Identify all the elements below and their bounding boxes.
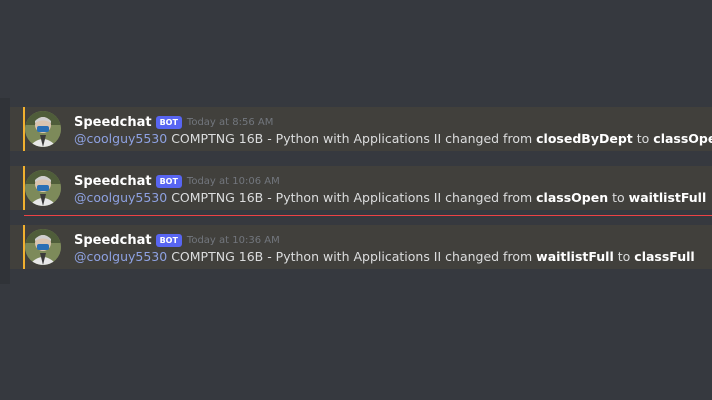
avatar[interactable] [25, 111, 61, 147]
message-content: @coolguy5530 COMPTNG 16B - Python with A… [74, 190, 706, 205]
joiner-text: to [612, 190, 625, 205]
avatar[interactable] [25, 170, 61, 206]
from-status: classOpen [536, 190, 609, 205]
to-status: classOpen [653, 131, 712, 146]
joiner-text: to [636, 131, 650, 146]
username[interactable]: Speedchat [74, 115, 152, 130]
bot-tag: BOT [155, 234, 182, 247]
timestamp[interactable]: Today at 10:36 AM [187, 235, 280, 246]
message-text: COMPTNG 16B - Python with Applications I… [171, 131, 533, 146]
avatar[interactable] [25, 229, 61, 265]
user-mention[interactable]: @coolguy5530 [74, 249, 167, 264]
chat-view: Speedchat BOT Today at 8:56 AM @coolguy553… [0, 0, 712, 400]
from-status: closedByDept [536, 131, 633, 146]
message-item[interactable]: Speedchat BOT Today at 10:06 AM @coolguy55… [10, 166, 712, 210]
from-status: waitlistFull [536, 249, 614, 264]
message-text: COMPTNG 16B - Python with Applications I… [171, 190, 533, 205]
message-item[interactable]: Speedchat BOT Today at 8:56 AM @coolguy553… [10, 107, 712, 151]
bot-tag: BOT [155, 175, 182, 188]
to-status: waitlistFull [628, 190, 707, 205]
to-status: classFull [634, 249, 695, 264]
message-text: COMPTNG 16B - Python with Applications I… [171, 249, 533, 264]
user-mention[interactable]: @coolguy5530 [74, 190, 167, 205]
new-messages-divider [24, 215, 712, 216]
timestamp[interactable]: Today at 8:56 AM [187, 117, 273, 128]
message-content: @coolguy5530 COMPTNG 16B - Python with A… [74, 249, 695, 264]
message-content: @coolguy5530 COMPTNG 16B - Python with A… [74, 131, 712, 146]
username[interactable]: Speedchat [74, 174, 152, 189]
username[interactable]: Speedchat [74, 233, 152, 248]
chat-gutter [0, 98, 10, 284]
bot-tag: BOT [155, 116, 182, 129]
message-item[interactable]: Speedchat BOT Today at 10:36 AM @coolguy55… [10, 225, 712, 269]
user-mention[interactable]: @coolguy5530 [74, 131, 167, 146]
joiner-text: to [617, 249, 631, 264]
timestamp[interactable]: Today at 10:06 AM [187, 176, 280, 187]
